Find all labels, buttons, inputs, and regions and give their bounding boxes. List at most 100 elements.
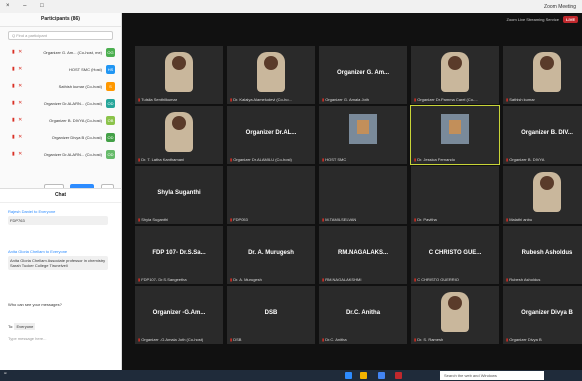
participant-display-name: C CHRISTO GUE... (428, 250, 482, 256)
muted-mic-icon: ▮ (414, 97, 417, 102)
live-stream-text[interactable]: Zoom Live Streaming Service (507, 17, 559, 22)
zoom-taskbar-icon[interactable] (345, 372, 352, 379)
avatar: OB (106, 116, 115, 125)
video-tile[interactable]: ▮Dr. T. Latha Kanthamani (135, 106, 223, 164)
muted-mic-icon: ▮ (322, 97, 325, 102)
video-tile[interactable]: Organizer Divya B ▮Organizer Divya B (503, 286, 582, 344)
avatar: OD (106, 99, 115, 108)
app-taskbar-icon[interactable] (395, 372, 402, 379)
participant-label-text: Dr. S. Ramesh (417, 337, 444, 342)
avatar: OG (106, 48, 115, 57)
mic-video-icons[interactable]: ▮ ✕ (12, 100, 23, 106)
video-tile[interactable]: ▮HOST SMC (319, 106, 407, 164)
mic-video-icons[interactable]: ▮ ✕ (12, 117, 23, 123)
video-tile[interactable]: ▮Tulsila Senthilkumar (135, 46, 223, 104)
video-tile[interactable]: Rubesh Asholdus ▮Rubesh Asholdus (503, 226, 582, 284)
participant-label: ▮DSB (230, 337, 241, 342)
participant-row[interactable]: ▮ ✕ HOST SMC (Host) HS (0, 61, 121, 78)
video-tile[interactable]: ▮Malathi anbu (503, 166, 582, 224)
taskbar-search[interactable]: Search the web and Windows (440, 371, 544, 380)
video-tile[interactable]: ▮FDP053 (227, 166, 315, 224)
video-tile[interactable]: ▮Organizer Dr.Pamma Carel (Co-... (411, 46, 499, 104)
participant-label: ▮Tulsila Senthilkumar (138, 97, 177, 102)
muted-mic-icon: ▮ (138, 277, 141, 282)
video-tile[interactable]: Dr. A. Murugesh ▮Dr. A. Murugesh (227, 226, 315, 284)
participant-label-text: Dr. Jessica Fernando (417, 157, 455, 162)
participant-label-text: HOST SMC (325, 157, 347, 162)
participant-search-input[interactable]: Q Find a participant (8, 31, 113, 40)
participant-label: ▮HOST SMC (322, 157, 346, 162)
participant-name: Organizer B. DIVYA (Co-host) (49, 118, 102, 123)
participant-label: ▮Shyla Suganthi (138, 217, 168, 222)
video-tile[interactable]: DSB ▮DSB (227, 286, 315, 344)
mic-video-icons[interactable]: ▮ ✕ (12, 151, 23, 157)
participant-row[interactable]: ▮ ✕ Organizer B. DIVYA (Co-host) OB (0, 112, 121, 129)
participant-label: ▮Dr. Pavitha (414, 217, 437, 222)
mic-video-icons[interactable]: ▮ ✕ (12, 49, 23, 55)
folder-taskbar-icon[interactable] (360, 372, 367, 379)
participant-label-text: Organizer Divya B (509, 337, 542, 342)
muted-mic-icon: ▮ (414, 217, 417, 222)
participant-label-text: FDP053 (233, 217, 248, 222)
taskbar-start[interactable]: ⊞ (4, 371, 7, 375)
chat-recipient[interactable]: To: Everyone (8, 323, 36, 330)
participant-label-text: Organizer -G.Amala Joth (Co-host) (141, 337, 204, 342)
participant-label-text: Rubesh Asholdus (509, 277, 541, 282)
participant-name: Sathish kumar (Co-host) (58, 84, 102, 89)
participant-name: Organizer Divya B (Co-host) (51, 135, 102, 140)
video-tile[interactable]: C CHRISTO GUE... ▮C CHRISTO GUERRIO (411, 226, 499, 284)
participant-label: ▮Organizer Dr.ALAMILU (Co-host) (230, 157, 292, 162)
video-tile[interactable]: ▮Dr. Pavitha (411, 166, 499, 224)
participant-row[interactable]: ▮ ✕ Sathish kumar (Co-host) S (0, 78, 121, 95)
chat-to-value[interactable]: Everyone (14, 323, 36, 330)
participant-label: ▮Dr. T. Latha Kanthamani (138, 157, 184, 162)
video-tile[interactable]: ▮Dr. Kalaiya Alameludevi (Co-ho... (227, 46, 315, 104)
chat-message: Rajesh Daniel to Everyone FDP763 (8, 209, 108, 225)
video-tile[interactable]: Organizer Dr.AL... ▮Organizer Dr.ALAMILU … (227, 106, 315, 164)
participant-label: ▮Organizer -G.Amala Joth (Co-host) (138, 337, 203, 342)
chat-message: Anita Gloria Chellam to Everyone Anita G… (8, 249, 108, 270)
participant-name: Organizer Dr.ALARN... (Co-host) (43, 152, 102, 157)
video-tile[interactable]: ▮Dr. Jessica Fernando (410, 105, 500, 165)
video-tile[interactable]: ▮Sathish kumar (503, 46, 582, 104)
participant-display-name: Organizer -G.Am... (152, 310, 206, 316)
video-tile[interactable]: ▮M.TAMILSELVAN (319, 166, 407, 224)
window-controls[interactable]: × – □ (6, 3, 50, 9)
muted-mic-icon: ▮ (506, 277, 509, 282)
chat-message-input[interactable]: Type message here... (8, 336, 46, 341)
participant-label: ▮Dr. Kalaiya Alameludevi (Co-ho... (230, 97, 292, 102)
participant-row[interactable]: ▮ ✕ Organizer Divya B (Co-host) OD (0, 129, 121, 146)
video-tile[interactable]: Organizer -G.Am... ▮Organizer -G.Amala Jo… (135, 286, 223, 344)
mic-video-icons[interactable]: ▮ ✕ (12, 134, 23, 140)
chat-privacy-notice[interactable]: Who can see your messages? (8, 302, 62, 307)
mic-video-icons[interactable]: ▮ ✕ (12, 83, 23, 89)
participant-display-name: Shyla Suganthi (157, 190, 201, 196)
participant-label-text: Dr. Pavitha (417, 217, 437, 222)
video-tile[interactable]: Organizer G. Am... ▮Organizer G. Amala Jo… (319, 46, 407, 104)
video-tile[interactable]: Dr.C. Anitha ▮Dr.C. Anitha (319, 286, 407, 344)
participant-row[interactable]: ▮ ✕ Organizer Dr.ALARN... (Co-host) OD (0, 95, 121, 112)
video-tile[interactable]: RM.NAGALAKS... ▮RM.NAGALAKSHMI (319, 226, 407, 284)
video-tile[interactable]: Organizer B. DIV... ▮Organizer B. DIVYA (503, 106, 582, 164)
muted-mic-icon: ▮ (138, 217, 141, 222)
participant-display-name: Organizer B. DIV... (521, 130, 573, 136)
muted-mic-icon: ▮ (138, 157, 141, 162)
participant-label-text: Dr. Kalaiya Alameludevi (Co-ho... (233, 97, 292, 102)
window-title: Zoom Meeting (544, 4, 576, 10)
participant-label-text: Dr. T. Latha Kanthamani (141, 157, 185, 162)
participant-head (540, 56, 554, 70)
chrome-taskbar-icon[interactable] (378, 372, 385, 379)
participant-label-text: Dr. A. Murugesh (233, 277, 262, 282)
video-tile[interactable]: Shyla Suganthi ▮Shyla Suganthi (135, 166, 223, 224)
video-tile[interactable]: FDP 107- Dr.S.Sa... ▮FDP107- Dr.S.Sangeet… (135, 226, 223, 284)
mic-video-icons[interactable]: ▮ ✕ (12, 66, 23, 72)
participant-label-text: Malathi anbu (509, 217, 533, 222)
participant-row[interactable]: ▮ ✕ Organizer G. Am... (Co-host, me) OG (0, 44, 121, 61)
video-tile[interactable]: ▮Dr. S. Ramesh (411, 286, 499, 344)
participant-head (172, 56, 186, 70)
participant-display-name: FDP 107- Dr.S.Sa... (152, 250, 206, 256)
participant-list: ▮ ✕ Organizer G. Am... (Co-host, me) OG ▮ ✕… (0, 44, 121, 163)
participant-name: Organizer Dr.ALARN... (Co-host) (43, 101, 102, 106)
participant-row[interactable]: ▮ ✕ Organizer Dr.ALARN... (Co-host) OD (0, 146, 121, 163)
chat-to-label: To: (8, 324, 14, 329)
